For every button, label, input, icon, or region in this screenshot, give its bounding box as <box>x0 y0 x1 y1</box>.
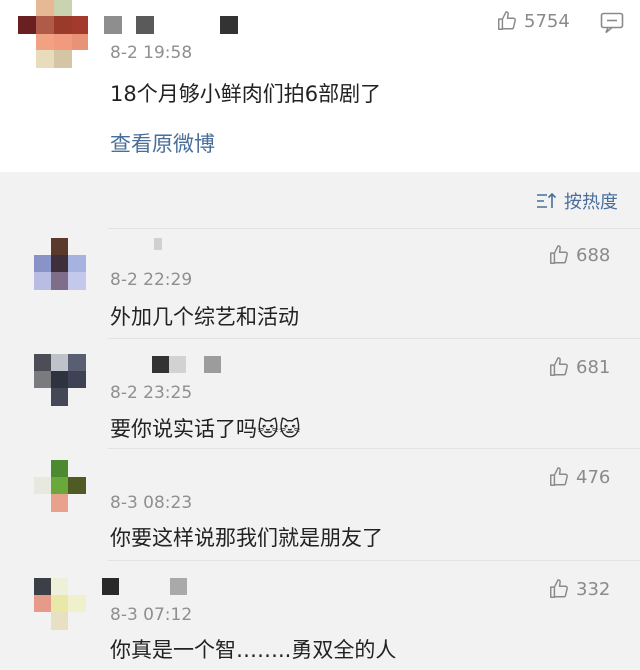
divider <box>108 228 640 229</box>
like-count: 681 <box>576 356 611 378</box>
comment-time: 8-2 19:58 <box>110 43 193 63</box>
thumbs-up-icon <box>550 579 568 598</box>
comment-text: 你要这样说那我们就是朋友了 <box>110 526 383 550</box>
sort-bar: 按热度 <box>0 172 640 228</box>
avatar[interactable] <box>18 0 88 68</box>
list-item: 8-2 22:29 外加几个综艺和活动 688 <box>0 228 640 338</box>
like-button[interactable]: 681 <box>548 356 610 378</box>
like-button[interactable]: 332 <box>548 578 610 600</box>
thumbs-up-icon <box>550 467 568 486</box>
username-obscured[interactable] <box>102 578 192 596</box>
like-count: 688 <box>576 244 611 266</box>
like-button[interactable]: 476 <box>548 466 610 488</box>
main-comment-card: 8-2 19:58 18个月够小鲜肉们拍6部剧了 查看原微博 5754 <box>0 0 640 172</box>
username-obscured[interactable] <box>152 356 232 374</box>
divider <box>108 338 640 339</box>
like-button[interactable]: 688 <box>548 244 610 266</box>
avatar[interactable] <box>34 460 86 512</box>
sort-label: 按热度 <box>564 192 618 213</box>
comment-text: 你真是一个智……..勇双全的人 <box>110 638 397 662</box>
comment-text: 18个月够小鲜肉们拍6部剧了 <box>110 82 382 106</box>
avatar[interactable] <box>34 354 86 406</box>
thumbs-up-icon <box>550 357 568 376</box>
divider <box>108 448 640 449</box>
like-count: 476 <box>576 466 611 488</box>
username-obscured[interactable] <box>154 238 174 254</box>
comment-time: 8-2 22:29 <box>110 270 193 290</box>
sort-icon <box>537 192 557 208</box>
list-item: 8-3 08:23 你要这样说那我们就是朋友了 476 <box>0 448 640 558</box>
view-original-link[interactable]: 查看原微博 <box>110 128 215 158</box>
like-count: 5754 <box>524 10 570 32</box>
comment-icon[interactable] <box>600 12 624 38</box>
avatar[interactable] <box>34 238 86 290</box>
thumbs-up-icon <box>498 11 516 30</box>
like-button[interactable]: 5754 <box>496 10 570 32</box>
comment-time: 8-3 07:12 <box>110 605 193 625</box>
avatar[interactable] <box>34 578 86 630</box>
divider <box>108 560 640 561</box>
comment-text: 外加几个综艺和活动 <box>110 305 299 329</box>
username-obscured[interactable] <box>104 16 244 36</box>
list-item: 8-3 07:12 你真是一个智……..勇双全的人 332 <box>0 560 640 670</box>
comment-time: 8-2 23:25 <box>110 383 193 403</box>
comment-time: 8-3 08:23 <box>110 493 193 513</box>
comment-text: 要你说实话了吗🐱🐱 <box>110 417 301 441</box>
list-item: 8-2 23:25 要你说实话了吗🐱🐱 681 <box>0 338 640 448</box>
thumbs-up-icon <box>550 245 568 264</box>
sort-by-hot-button[interactable]: 按热度 <box>536 188 618 214</box>
like-count: 332 <box>576 578 611 600</box>
